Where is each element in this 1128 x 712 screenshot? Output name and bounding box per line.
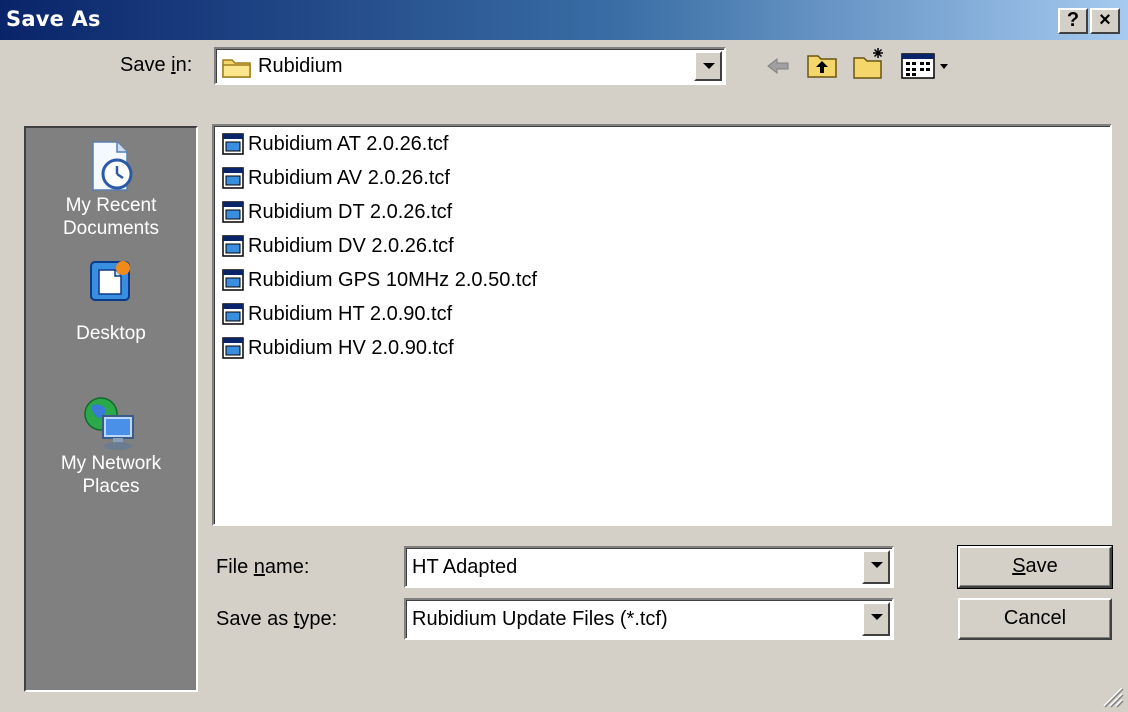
back-icon[interactable] xyxy=(764,54,792,78)
title-bar xyxy=(0,0,1128,40)
tcf-file-icon xyxy=(222,337,244,359)
tcf-file-icon xyxy=(222,133,244,155)
list-item[interactable]: Rubidium HV 2.0.90.tcf xyxy=(222,333,454,363)
cancel-button[interactable]: Cancel xyxy=(958,598,1112,640)
network-places-icon xyxy=(84,397,134,450)
file-name-input[interactable]: HT Adapted xyxy=(412,556,517,579)
save-button[interactable]: Save xyxy=(957,545,1113,589)
tcf-file-icon xyxy=(222,235,244,257)
file-name-dropdown-arrow[interactable] xyxy=(862,550,890,584)
list-item[interactable]: Rubidium DT 2.0.26.tcf xyxy=(222,197,452,227)
desktop-icon xyxy=(90,261,130,301)
place-network[interactable]: My Network Places xyxy=(26,392,196,512)
file-name-combobox[interactable]: HT Adapted xyxy=(404,546,894,588)
save-in-label: Save in: xyxy=(120,54,193,76)
file-list[interactable]: Rubidium AT 2.0.26.tcf Rubidium AV 2.0.2… xyxy=(212,124,1112,526)
list-item[interactable]: Rubidium AT 2.0.26.tcf xyxy=(222,129,448,159)
list-item[interactable]: Rubidium GPS 10MHz 2.0.50.tcf xyxy=(222,265,537,295)
file-name-text: Rubidium DV 2.0.26.tcf xyxy=(248,234,454,257)
place-desktop-label: Desktop xyxy=(76,323,146,344)
places-bar: My Recent Documents Desktop My Network P… xyxy=(24,126,198,692)
place-desktop[interactable]: Desktop xyxy=(26,256,196,356)
list-item[interactable]: Rubidium AV 2.0.26.tcf xyxy=(222,163,450,193)
file-name-text: Rubidium GPS 10MHz 2.0.50.tcf xyxy=(248,268,538,291)
save-as-type-label: Save as type: xyxy=(216,608,338,630)
tcf-file-icon xyxy=(222,201,244,223)
tcf-file-icon xyxy=(222,269,244,291)
file-name-text: Rubidium HV 2.0.90.tcf xyxy=(248,336,454,359)
place-recent-documents[interactable]: My Recent Documents xyxy=(26,138,196,248)
save-as-type-value: Rubidium Update Files (*.tcf) xyxy=(412,608,668,630)
file-name-text: Rubidium AT 2.0.26.tcf xyxy=(248,132,449,155)
new-folder-icon[interactable] xyxy=(852,46,888,80)
recent-documents-icon xyxy=(92,141,133,191)
place-recent-label-2: Documents xyxy=(62,218,160,239)
list-item[interactable]: Rubidium HT 2.0.90.tcf xyxy=(222,299,452,329)
window-title: Save As xyxy=(6,7,101,31)
resize-grip-icon[interactable] xyxy=(1100,684,1124,708)
view-menu-icon[interactable] xyxy=(900,52,952,80)
place-network-label-1: My Network xyxy=(60,453,162,474)
file-name-text: Rubidium AV 2.0.26.tcf xyxy=(248,166,450,189)
tcf-file-icon xyxy=(222,303,244,325)
place-network-label-2: Places xyxy=(82,476,140,497)
tcf-file-icon xyxy=(222,167,244,189)
folder-icon xyxy=(222,59,251,78)
list-item[interactable]: Rubidium DV 2.0.26.tcf xyxy=(222,231,454,261)
save-as-type-dropdown[interactable]: Rubidium Update Files (*.tcf) xyxy=(404,598,894,640)
save-as-type-dropdown-arrow[interactable] xyxy=(862,602,890,636)
place-recent-label-1: My Recent xyxy=(65,195,157,216)
file-name-label: File name: xyxy=(216,556,310,578)
save-in-value: Rubidium xyxy=(258,55,343,77)
up-folder-icon[interactable] xyxy=(806,50,838,80)
close-button[interactable]: × xyxy=(1090,8,1120,34)
file-name-text: Rubidium DT 2.0.26.tcf xyxy=(248,200,453,223)
help-button[interactable]: ? xyxy=(1058,8,1088,34)
save-in-dropdown-arrow[interactable] xyxy=(694,51,722,81)
save-in-dropdown[interactable]: Rubidium xyxy=(214,47,726,85)
file-name-text: Rubidium HT 2.0.90.tcf xyxy=(248,302,453,325)
